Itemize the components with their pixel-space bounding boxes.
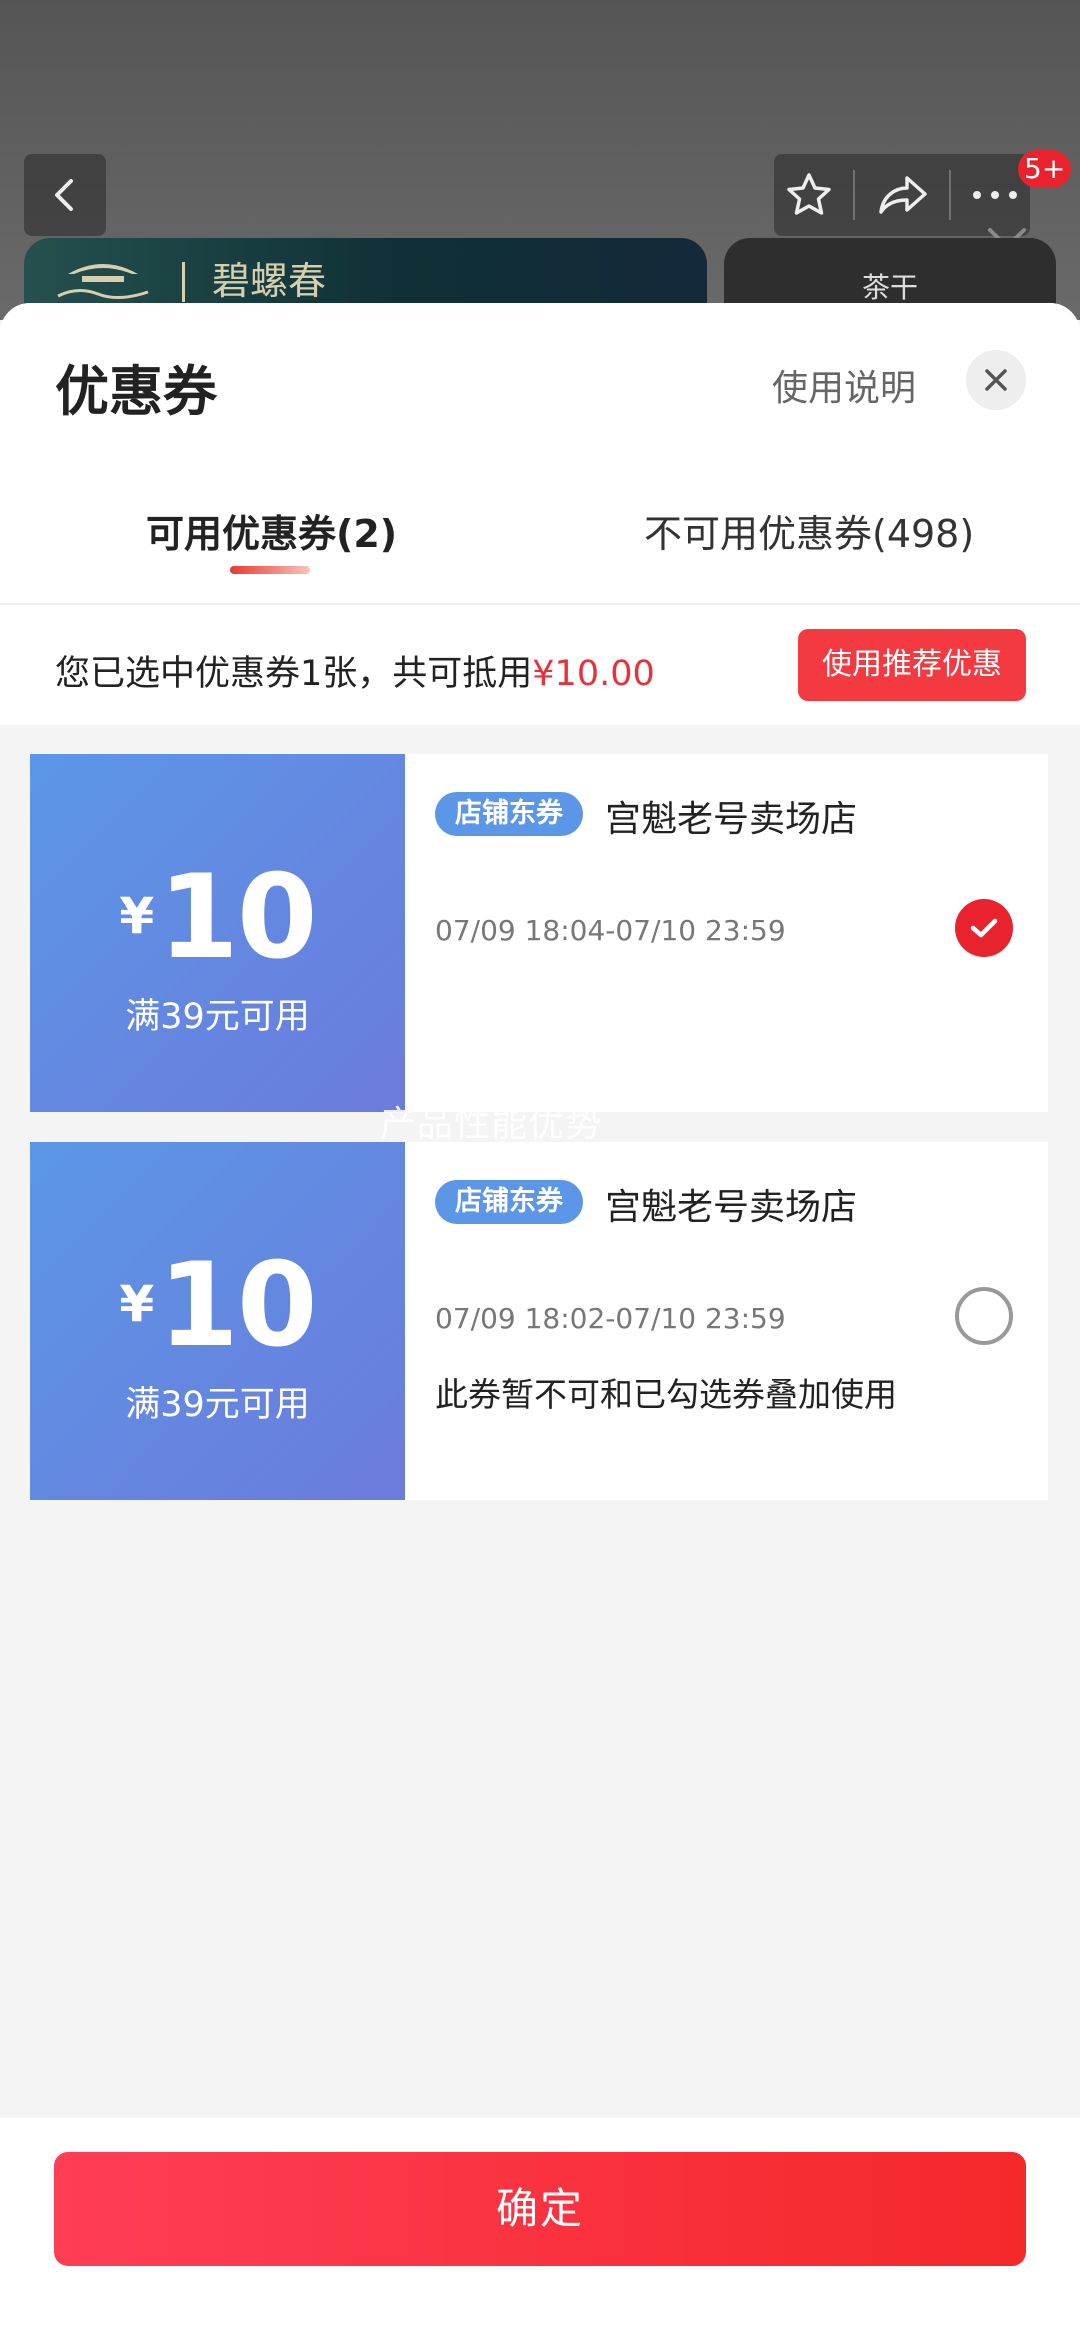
- notification-badge: 5+: [1018, 150, 1072, 188]
- summary-text: 您已选中优惠券1张，共可抵用¥10.00: [55, 645, 655, 696]
- coupon-value-panel: ¥10 满39元可用: [24, 1142, 405, 1500]
- coupon-card[interactable]: ¥10 满39元可用 店铺东券 宫魁老号卖场店 07/09 18:04-07/1…: [24, 754, 1048, 1112]
- selection-summary: 您已选中优惠券1张，共可抵用¥10.00 使用推荐优惠: [0, 603, 1080, 725]
- chevron-left-icon: [55, 179, 73, 211]
- side-card-label: 茶干: [861, 271, 918, 304]
- sheet-title: 优惠券: [55, 360, 217, 423]
- more-icon[interactable]: [970, 185, 1020, 205]
- tab-available-coupons[interactable]: 可用优惠券(2): [146, 503, 397, 558]
- checkmark-icon: [970, 918, 998, 938]
- currency-symbol: ¥: [119, 1275, 155, 1333]
- amount-value: 10: [158, 1238, 317, 1373]
- banner-product-name: 碧螺春: [212, 259, 327, 303]
- share-icon[interactable]: [875, 170, 929, 220]
- coupon-validity: 07/09 18:04-07/10 23:59: [435, 914, 786, 947]
- background-page: 5+ 碧螺春 茶干: [0, 0, 1080, 338]
- action-divider: [853, 170, 856, 220]
- coupon-shop-name: 宫魁老号卖场店: [605, 799, 858, 840]
- currency-symbol: ¥: [119, 887, 155, 945]
- sheet-header: 优惠券 使用说明 可用优惠券(2) 不可用优惠券(498): [0, 303, 1080, 603]
- summary-amount: ¥10.00: [532, 654, 655, 694]
- star-icon[interactable]: [784, 170, 834, 220]
- back-button[interactable]: [24, 154, 106, 236]
- tab-unavailable-coupons[interactable]: 不可用优惠券(498): [644, 503, 974, 558]
- confirm-button[interactable]: 确定: [54, 2152, 1026, 2266]
- coupon-type-tag: 店铺东券: [435, 1180, 583, 1224]
- coupon-amount: ¥10: [30, 850, 405, 985]
- coupon-value-panel: ¥10 满39元可用: [24, 754, 405, 1112]
- close-icon: [985, 369, 1007, 391]
- coupon-type-tag: 店铺东券: [435, 792, 583, 836]
- coupon-checkbox-unchecked[interactable]: [955, 1287, 1013, 1345]
- action-divider: [948, 170, 951, 220]
- coupon-amount: ¥10: [30, 1238, 405, 1373]
- coupon-validity: 07/09 18:02-07/10 23:59: [435, 1302, 786, 1335]
- brand-logo-icon: [57, 264, 149, 299]
- amount-value: 10: [158, 850, 317, 985]
- usage-instructions-link[interactable]: 使用说明: [772, 359, 916, 411]
- coupon-shop-name: 宫魁老号卖场店: [605, 1187, 858, 1228]
- use-recommended-button[interactable]: 使用推荐优惠: [798, 629, 1026, 701]
- sheet-footer: 确定: [0, 2118, 1080, 2344]
- coupon-checkbox-checked[interactable]: [955, 899, 1013, 957]
- coupon-stacking-note: 此券暂不可和已勾选券叠加使用: [435, 1375, 897, 1414]
- close-sheet-button[interactable]: [966, 350, 1026, 410]
- coupon-card[interactable]: ¥10 满39元可用 店铺东券 宫魁老号卖场店 07/09 18:02-07/1…: [24, 1142, 1048, 1500]
- summary-label: 您已选中优惠券1张，共可抵用: [55, 654, 533, 694]
- watermark-text: 产品性能优势: [380, 1104, 603, 1145]
- coupon-condition: 满39元可用: [125, 1385, 310, 1425]
- coupon-condition: 满39元可用: [125, 997, 310, 1037]
- banner-divider: [182, 262, 185, 302]
- active-tab-indicator: [230, 566, 310, 574]
- coupon-sheet: 优惠券 使用说明 可用优惠券(2) 不可用优惠券(498) 您已选中优惠券1张，…: [0, 303, 1080, 2344]
